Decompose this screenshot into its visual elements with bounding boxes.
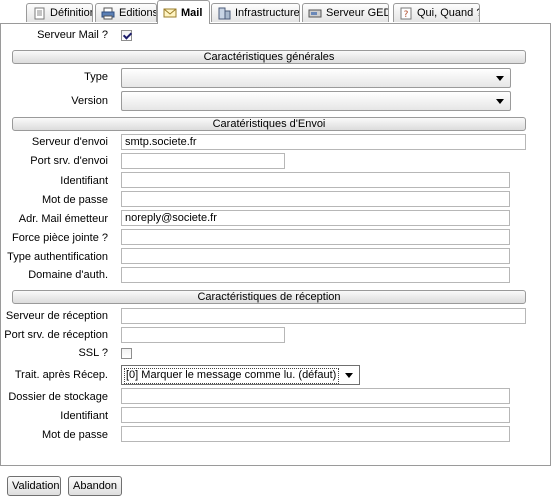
tab-qui-quand[interactable]: ? Qui, Quand ? [393, 3, 480, 22]
tab-label: Mail [181, 6, 203, 19]
version-select[interactable] [121, 91, 511, 111]
send-password-label: Mot de passe [41, 194, 108, 206]
tab-definition[interactable]: Définition [26, 3, 93, 22]
drive-icon [308, 7, 322, 20]
force-attachment-input[interactable] [121, 229, 510, 245]
sender-address-label: Adr. Mail émetteur [18, 213, 108, 225]
receive-identifier-label: Identifiant [60, 410, 108, 422]
svg-text:?: ? [404, 10, 409, 20]
chevron-down-icon [496, 99, 504, 104]
tab-label: Infrastructure [235, 7, 300, 19]
send-identifier-label: Identifiant [60, 175, 108, 187]
receive-port-label: Port srv. de réception [4, 329, 108, 341]
mail-server-label: Serveur Mail ? [37, 29, 108, 41]
tab-serveur-ged[interactable]: Serveur GED [302, 3, 389, 22]
send-identifier-input[interactable] [121, 172, 510, 188]
send-password-input[interactable] [121, 191, 510, 207]
section-send: Caratéristiques d'Envoi [12, 117, 526, 131]
force-attachment-label: Force pièce jointe ? [12, 232, 108, 244]
section-general: Caractéristiques générales [12, 50, 526, 64]
receive-identifier-input[interactable] [121, 407, 510, 423]
type-label: Type [84, 71, 108, 83]
storage-folder-input[interactable] [121, 388, 510, 404]
sender-address-input[interactable]: noreply@societe.fr [121, 210, 510, 226]
question-icon: ? [399, 7, 413, 20]
tab-label: Définition [50, 7, 93, 19]
tab-mail[interactable]: Mail [157, 0, 210, 24]
type-select[interactable] [121, 68, 511, 88]
tab-label: Qui, Quand ? [417, 7, 480, 19]
tab-bar: Définition Editions Mail Infrastructure … [0, 0, 551, 24]
version-label: Version [71, 95, 108, 107]
auth-domain-input[interactable] [121, 267, 510, 283]
server-icon [217, 7, 231, 20]
send-port-label: Port srv. d'envoi [30, 155, 108, 167]
receive-password-label: Mot de passe [41, 429, 108, 441]
tab-infrastructure[interactable]: Infrastructure [211, 3, 300, 22]
auth-type-input[interactable] [121, 248, 510, 264]
receive-server-input[interactable] [121, 308, 526, 324]
mail-icon [163, 6, 177, 19]
send-server-label: Serveur d'envoi [31, 136, 108, 148]
tab-label: Editions [119, 7, 157, 19]
chevron-down-icon [345, 373, 353, 378]
document-icon [32, 7, 46, 20]
auth-domain-label: Domaine d'auth. [28, 269, 108, 281]
validate-button[interactable]: Validation [7, 476, 61, 496]
ssl-checkbox[interactable] [121, 348, 132, 359]
receive-port-input[interactable] [121, 327, 285, 343]
after-receive-value: [0] Marquer le message comme lu. (défaut… [124, 368, 339, 384]
cancel-button[interactable]: Abandon [68, 476, 122, 496]
send-server-input[interactable]: smtp.societe.fr [121, 134, 526, 150]
section-receive: Caractéristiques de réception [12, 290, 526, 304]
after-receive-label: Trait. après Récep. [14, 369, 108, 381]
send-port-input[interactable] [121, 153, 285, 169]
storage-folder-label: Dossier de stockage [8, 391, 108, 403]
mail-server-checkbox[interactable] [121, 30, 132, 41]
after-receive-select[interactable]: [0] Marquer le message comme lu. (défaut… [121, 365, 360, 385]
auth-type-label: Type authentification [7, 251, 108, 263]
printer-icon [101, 7, 115, 20]
tab-editions[interactable]: Editions [95, 3, 157, 22]
ssl-label: SSL ? [78, 347, 108, 359]
tab-label: Serveur GED [326, 7, 389, 19]
receive-server-label: Serveur de réception [5, 310, 108, 322]
chevron-down-icon [496, 76, 504, 81]
receive-password-input[interactable] [121, 426, 510, 442]
